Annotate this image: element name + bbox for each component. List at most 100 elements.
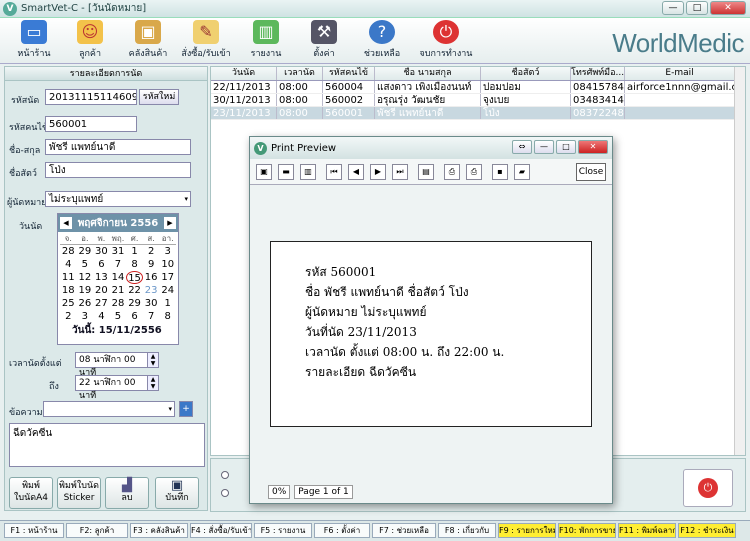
dialog-close-button[interactable]: ✕ (578, 140, 608, 154)
calendar-day[interactable]: 27 (93, 297, 110, 310)
last-page-icon[interactable]: ⏭ (392, 163, 408, 180)
appt-id-field[interactable]: 20131115114609 (45, 89, 137, 105)
calendar-day[interactable]: 2 (60, 310, 77, 323)
calendar-day[interactable]: 21 (110, 284, 127, 297)
print-a4-button[interactable]: พิมพ์ ใบนัดA4 (9, 477, 53, 509)
preview-close-button[interactable]: Close (576, 162, 606, 181)
col-header[interactable]: เวลานัด (277, 67, 323, 80)
col-header[interactable]: ชื่อ นามสกุล (375, 67, 481, 80)
calendar-day[interactable]: 7 (143, 310, 160, 323)
calendar-day[interactable]: 25 (60, 297, 77, 310)
calendar-day[interactable]: 22 (126, 284, 143, 297)
assignee-select[interactable]: ไม่ระบุแพทย์ ▾ (45, 191, 191, 207)
function-key[interactable]: F3 : คลังสินค้า (130, 523, 188, 538)
function-key[interactable]: F10: พักการขาย (558, 523, 616, 538)
calendar-day[interactable]: 6 (126, 310, 143, 323)
calendar-day[interactable]: 4 (60, 258, 77, 271)
function-key[interactable]: F11 : พิมพ์ฉลาก (618, 523, 676, 538)
calendar-day[interactable]: 19 (77, 284, 94, 297)
calendar-day[interactable]: 5 (77, 258, 94, 271)
save-icon[interactable]: ▪ (492, 163, 508, 180)
function-key[interactable]: F6 : ตั้งค่า (314, 523, 370, 538)
calendar-day[interactable]: 20 (93, 284, 110, 297)
message-select[interactable]: ▾ (43, 401, 175, 417)
next-page-icon[interactable]: ▶ (370, 163, 386, 180)
save-button[interactable]: ▣ บันทึก (155, 477, 199, 509)
toolbar-report[interactable]: ▥ รายงาน (238, 20, 294, 60)
pet-field[interactable]: โป่ง (45, 162, 191, 178)
calendar-day[interactable]: 26 (77, 297, 94, 310)
calendar-day[interactable]: 30 (93, 245, 110, 258)
memo-textarea[interactable]: ฉีดวัคซีน (9, 423, 205, 467)
one-page-icon[interactable]: ▣ (256, 163, 272, 180)
calendar-today[interactable]: วันนี้: 15/11/2556 (58, 323, 178, 338)
col-header[interactable]: ชื่อสัตว์ (481, 67, 571, 80)
calendar-day[interactable]: 5 (110, 310, 127, 323)
calendar-day[interactable]: 9 (143, 258, 160, 271)
col-header[interactable]: E-mail (625, 67, 735, 80)
calendar-day[interactable]: 14 (110, 271, 127, 284)
calendar-day[interactable]: 12 (77, 271, 94, 284)
prev-page-icon[interactable]: ◀ (348, 163, 364, 180)
new-id-button[interactable]: รหัสใหม่ (139, 89, 179, 105)
toolbar-help[interactable]: ? ช่วยเหลือ (354, 20, 410, 60)
calendar-day[interactable]: 17 (159, 271, 176, 284)
page-width-icon[interactable]: ▬ (278, 163, 294, 180)
maximize-button[interactable]: □ (686, 1, 708, 15)
calendar-day[interactable]: 1 (159, 297, 176, 310)
table-row[interactable]: 22/11/2013 08:00 560004 แสงดาว เพิ่งเมือ… (211, 81, 745, 94)
option-radio[interactable] (221, 489, 229, 497)
prev-month-icon[interactable]: ◀ (60, 217, 72, 229)
toolbar-purchase[interactable]: ✎ สั่งซื้อ/รับเข้า (178, 20, 234, 60)
print-sticker-button[interactable]: พิมพ์ใบนัด Sticker (57, 477, 101, 509)
function-key[interactable]: F9 : รายการใหม่ (498, 523, 556, 538)
start-time-field[interactable]: 08 นาฬิกา 00 นาที ▲ ▼ (75, 352, 159, 378)
col-header[interactable]: รหัสคนไข้ (323, 67, 375, 80)
calendar-day[interactable]: 7 (110, 258, 127, 271)
function-key[interactable]: F12 : ชำระเงิน (678, 523, 736, 538)
toolbar-settings[interactable]: ⚒ ตั้งค่า (296, 20, 352, 60)
col-header[interactable]: วันนัด (211, 67, 277, 80)
vertical-scrollbar[interactable] (734, 67, 745, 455)
col-header[interactable]: โทรศัพท์มือ... (571, 67, 625, 80)
goto-page-icon[interactable]: ▤ (418, 163, 434, 180)
function-key[interactable]: F8 : เกี่ยวกับ (438, 523, 496, 538)
calendar-day[interactable]: 8 (126, 258, 143, 271)
table-row-selected[interactable]: 23/11/2013 08:00 560001 พัชรี แพทย์นาดี … (211, 107, 745, 120)
first-page-icon[interactable]: ⏮ (326, 163, 342, 180)
delete-button[interactable]: ▟ ลบ (105, 477, 149, 509)
option-radio[interactable] (221, 471, 229, 479)
calendar-day[interactable]: 8 (159, 310, 176, 323)
customer-id-field[interactable]: 560001 (45, 116, 137, 132)
spin-arrows-icon[interactable]: ▲ ▼ (147, 376, 158, 390)
toolbar-customers[interactable]: ☺ ลูกค้า (62, 20, 118, 60)
printer-setup-icon[interactable]: ⎙ (444, 163, 460, 180)
calendar-day[interactable]: 1 (126, 245, 143, 258)
calendar-day[interactable]: 15 (126, 271, 143, 284)
function-key[interactable]: F5 : รายงาน (254, 523, 312, 538)
calendar-day[interactable]: 29 (77, 245, 94, 258)
calendar[interactable]: ◀ พฤศจิกายน 2556 ▶ จ. อ. พ. พฤ. ศ. ส. อา. 28 29 3… (57, 213, 179, 345)
calendar-day[interactable]: 28 (110, 297, 127, 310)
calendar-day[interactable]: 10 (159, 258, 176, 271)
calendar-day[interactable]: 28 (60, 245, 77, 258)
calendar-day[interactable]: 29 (126, 297, 143, 310)
name-field[interactable]: พัชรี แพทย์นาดี (45, 139, 191, 155)
minimize-button[interactable]: — (662, 1, 684, 15)
toolbar-storefront[interactable]: ▭ หน้าร้าน (6, 20, 62, 60)
calendar-day[interactable]: 3 (159, 245, 176, 258)
print-icon[interactable]: ⎙ (466, 163, 482, 180)
add-message-icon[interactable]: + (179, 401, 193, 417)
calendar-day[interactable]: 24 (159, 284, 176, 297)
spin-arrows-icon[interactable]: ▲ ▼ (147, 353, 158, 367)
minimize-button[interactable]: — (534, 140, 554, 154)
calendar-day[interactable]: 31 (110, 245, 127, 258)
function-key[interactable]: F2: ลูกค้า (66, 523, 128, 538)
calendar-day[interactable]: 3 (77, 310, 94, 323)
two-page-icon[interactable]: ▥ (300, 163, 316, 180)
calendar-day[interactable]: 6 (93, 258, 110, 271)
function-key[interactable]: F4 : สั่งซื้อ/รับเข้า (190, 523, 252, 538)
calendar-day[interactable]: 13 (93, 271, 110, 284)
function-key[interactable]: F7 : ช่วยเหลือ (372, 523, 436, 538)
calendar-day[interactable]: 4 (93, 310, 110, 323)
